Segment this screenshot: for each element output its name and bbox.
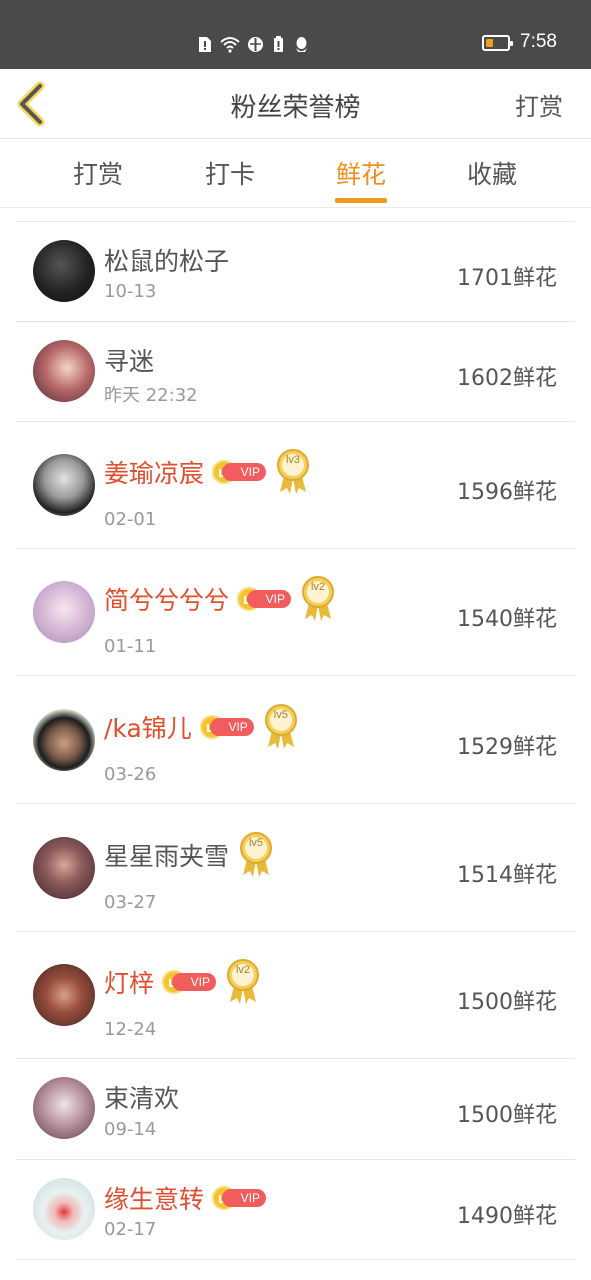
level-label: lv5 — [273, 709, 288, 721]
fan-name: 缘生意转 — [104, 1185, 205, 1214]
fan-name: 星星雨夹雪 — [104, 842, 230, 871]
active-tab-indicator — [335, 198, 387, 203]
flower-count: 1540鲜花 — [457, 607, 557, 632]
list-item[interactable]: 灯梓 VIP lv2 12-24 1500鲜花 — [16, 932, 575, 1059]
level-label: lv2 — [235, 964, 251, 976]
tab-flowers[interactable]: 鲜花 — [316, 155, 406, 191]
wifi-icon — [220, 36, 240, 53]
list-item[interactable]: 姜瑜凉宸 VIP lv3 02-01 1596鲜花 — [16, 422, 575, 549]
flower-count: 1500鲜花 — [457, 990, 557, 1015]
list-item[interactable]: 缘生意转 VIP 02-17 1490鲜花 — [16, 1160, 575, 1260]
fan-name: 灯梓 — [104, 969, 155, 998]
fan-date: 09-14 — [104, 1119, 157, 1140]
sim-alert-icon — [199, 36, 211, 52]
level-medal-icon: lv5 — [237, 831, 275, 879]
battery-level — [486, 39, 493, 47]
vip-badge: VIP — [237, 587, 292, 611]
list-item[interactable]: 星星雨夹雪 lv5 03-27 1514鲜花 — [16, 804, 575, 932]
avatar — [33, 340, 95, 402]
qq-icon — [296, 36, 307, 52]
avatar — [33, 1178, 95, 1240]
fan-date: 昨天 22:32 — [104, 385, 198, 406]
fan-date: 01-11 — [104, 636, 157, 657]
tab-reward[interactable]: 打赏 — [53, 155, 143, 191]
vip-badge: VIP — [162, 970, 217, 994]
reward-button[interactable]: 打赏 — [515, 87, 563, 122]
avatar — [33, 454, 95, 516]
status-bar: 7:58 — [0, 0, 591, 69]
fan-date: 10-13 — [104, 281, 157, 302]
level-label: lv3 — [285, 454, 301, 466]
vip-badge: VIP — [212, 1186, 267, 1210]
flower-count: 1490鲜花 — [457, 1204, 557, 1229]
level-medal-icon: lv2 — [299, 575, 337, 623]
level-label: lv5 — [248, 837, 264, 849]
list-item[interactable]: 松鼠的松子 10-13 1701鲜花 — [16, 222, 575, 322]
page-title: 粉丝荣誉榜 — [230, 93, 361, 123]
avatar — [33, 709, 95, 771]
fan-name: 松鼠的松子 — [104, 247, 230, 276]
fan-name: 简兮兮兮兮 — [104, 586, 230, 615]
fan-date: 12-24 — [104, 1019, 157, 1040]
vip-badge: VIP — [199, 715, 254, 739]
list-item[interactable]: /ka锦儿 VIP lv5 03-26 1529鲜花 — [16, 676, 575, 804]
battery-alert-icon — [274, 35, 283, 52]
avatar — [33, 964, 95, 1026]
vip-badge: VIP — [212, 460, 267, 484]
tab-checkin[interactable]: 打卡 — [185, 155, 275, 191]
fan-date: 02-17 — [104, 1219, 157, 1240]
level-medal-icon: lv3 — [274, 448, 312, 496]
fan-name: 寻迷 — [104, 347, 155, 376]
battery-icon — [482, 35, 513, 51]
fan-date: 03-27 — [104, 892, 157, 913]
flower-count: 1500鲜花 — [457, 1103, 557, 1128]
status-time: 7:58 — [520, 31, 557, 52]
flower-count: 1602鲜花 — [457, 366, 557, 391]
fan-name: 姜瑜凉宸 — [104, 459, 205, 488]
tab-bar: 打赏 打卡 鲜花 收藏 — [0, 139, 591, 208]
avatar — [33, 581, 95, 643]
flower-count: 1529鲜花 — [457, 735, 557, 760]
avatar — [33, 837, 95, 899]
data-saver-icon — [248, 36, 263, 52]
tab-collect[interactable]: 收藏 — [447, 155, 537, 191]
list-item[interactable]: 束清欢 09-14 1500鲜花 — [16, 1059, 575, 1160]
level-label: lv2 — [310, 581, 326, 593]
flower-count: 1596鲜花 — [457, 480, 557, 505]
flower-count: 1514鲜花 — [457, 863, 557, 888]
fan-name: /ka锦儿 — [104, 714, 192, 743]
level-medal-icon: lv5 — [262, 703, 300, 751]
status-icons — [196, 34, 310, 54]
avatar — [33, 240, 95, 302]
list-item[interactable]: 寻迷 昨天 22:32 1602鲜花 — [16, 322, 575, 422]
fan-date: 02-01 — [104, 509, 157, 530]
level-medal-icon: lv2 — [224, 958, 262, 1006]
app-header: 粉丝荣誉榜 打赏 — [0, 69, 591, 139]
fan-date: 03-26 — [104, 764, 157, 785]
list-item[interactable]: 简兮兮兮兮 VIP lv2 01-11 1540鲜花 — [16, 549, 575, 676]
flower-count: 1701鲜花 — [457, 266, 557, 291]
fan-name: 束清欢 — [104, 1084, 180, 1113]
avatar — [33, 1077, 95, 1139]
